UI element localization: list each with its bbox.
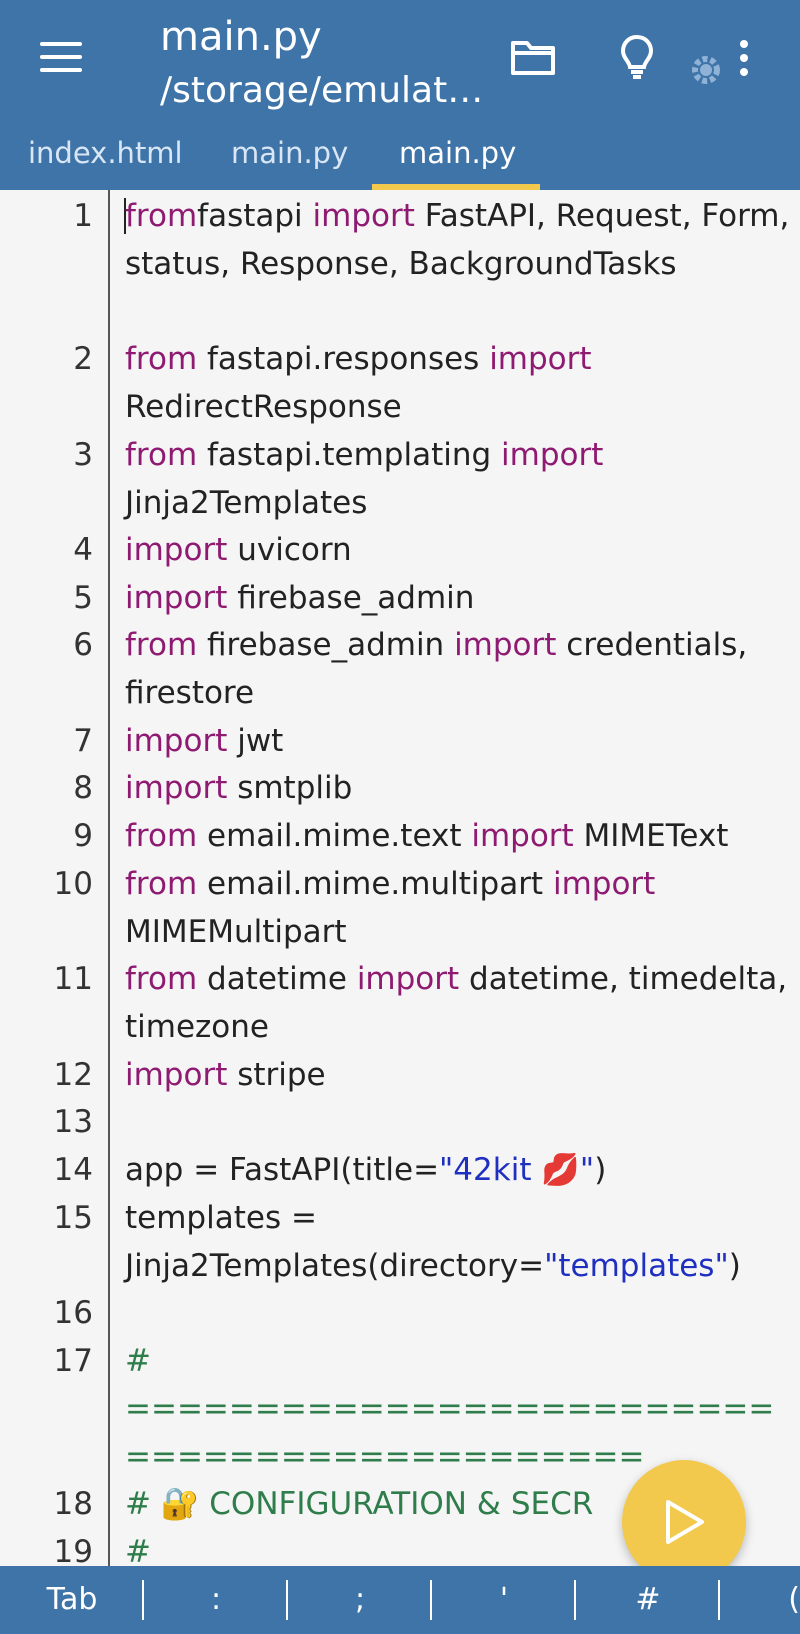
- more-vert-icon[interactable]: [738, 38, 750, 78]
- comment-token: #: [125, 1533, 151, 1566]
- menu-icon[interactable]: [40, 40, 84, 74]
- lightbulb-icon[interactable]: [620, 34, 654, 84]
- key-symbol[interactable]: :: [144, 1566, 288, 1634]
- symbol-key-bar: Tab:; ' #(: [0, 1566, 800, 1634]
- code-token: firebase_admin: [227, 579, 475, 616]
- code-text: from email.mime.text import MIMEText: [125, 812, 795, 860]
- code-token: jwt: [227, 722, 284, 759]
- code-token: firebase_admin: [197, 627, 455, 664]
- code-token: fastapi.templating: [197, 436, 502, 473]
- key-symbol[interactable]: ;: [288, 1566, 432, 1634]
- code-text: templates = Jinja2Templates(directory="t…: [125, 1194, 795, 1290]
- code-token: datetime: [197, 961, 357, 998]
- keyword-token: from: [125, 865, 198, 902]
- keyword-token: from: [125, 818, 198, 855]
- code-text: app = FastAPI(title="42kit 💋"): [125, 1146, 795, 1194]
- line-number: 9: [73, 818, 93, 855]
- keyword-token: import: [471, 818, 574, 855]
- code-text: fromfastapi import FastAPI, Request, For…: [125, 192, 795, 288]
- line-number: 4: [73, 531, 93, 568]
- code-token: email.mime.multipart: [197, 865, 553, 902]
- line-number: 15: [53, 1199, 93, 1236]
- code-token: MIMEText: [573, 818, 729, 855]
- keyword-token: import: [125, 722, 228, 759]
- file-title: main.py: [160, 14, 322, 60]
- gear-icon[interactable]: [688, 52, 724, 88]
- line-number: 14: [53, 1152, 93, 1188]
- keyword-token: import: [125, 579, 228, 616]
- line-number: 13: [53, 1104, 93, 1141]
- tab-index-html[interactable]: index.html: [28, 136, 183, 170]
- tab-main-py-active[interactable]: main.py: [399, 136, 516, 170]
- line-number: 7: [73, 722, 93, 759]
- key-tab[interactable]: Tab: [0, 1566, 144, 1634]
- code-token: stripe: [227, 1056, 326, 1093]
- code-text: import smtplib: [125, 764, 795, 812]
- code-text: from fastapi.templating import Jinja2Tem…: [125, 431, 795, 527]
- keyword-token: import: [552, 865, 656, 902]
- code-token: fastapi: [197, 198, 313, 234]
- line-number: 6: [73, 627, 93, 664]
- code-token: ): [728, 1247, 741, 1284]
- code-text: import stripe: [125, 1051, 795, 1099]
- code-text: import uvicorn: [125, 526, 795, 574]
- keyword-token: import: [125, 531, 228, 568]
- line-number: 10: [53, 865, 93, 902]
- line-number: 5: [73, 579, 93, 616]
- keyword-token: import: [125, 770, 228, 807]
- code-editor[interactable]: 1 fromfastapi import FastAPI, Request, Fo…: [0, 190, 800, 1566]
- code-token: fastapi.responses: [197, 341, 490, 378]
- keyword-token: from: [125, 341, 198, 378]
- comment-token: # ======================================…: [125, 1342, 775, 1475]
- keyword-token: import: [489, 341, 592, 378]
- code-text: # ======================================…: [125, 1337, 795, 1481]
- play-icon: [666, 1500, 704, 1544]
- code-token: templates = Jinja2Templates(directory=: [125, 1199, 545, 1284]
- line-number: 2: [73, 341, 93, 378]
- file-tabs: index.html main.py main.py: [0, 118, 800, 190]
- app-bar: main.py /storage/emulat…: [0, 0, 800, 118]
- code-token: app = FastAPI(title=: [125, 1152, 440, 1188]
- keyword-token: from: [125, 198, 198, 234]
- keyword-token: from: [125, 961, 198, 998]
- string-token: "42kit 💋": [439, 1152, 595, 1188]
- code-text: from fastapi.responses import RedirectRe…: [125, 335, 795, 431]
- code-token: smtplib: [227, 770, 353, 807]
- line-number: 12: [53, 1056, 93, 1093]
- gutter-divider: [108, 190, 110, 1566]
- tab-main-py[interactable]: main.py: [231, 136, 348, 170]
- line-number: 16: [53, 1295, 93, 1332]
- key-symbol[interactable]: (: [720, 1566, 800, 1634]
- line-number: 1: [73, 198, 93, 234]
- code-text: from datetime import datetime, timedelta…: [125, 955, 795, 1051]
- line-number: 19: [53, 1533, 93, 1566]
- file-path: /storage/emulat…: [160, 70, 484, 111]
- keyword-token: import: [454, 627, 557, 664]
- code-token: ): [594, 1152, 607, 1188]
- string-token: "templates": [544, 1247, 729, 1284]
- code-text: import firebase_admin: [125, 574, 795, 622]
- folder-icon[interactable]: [510, 38, 556, 80]
- keyword-token: import: [312, 198, 415, 234]
- keyword-token: from: [125, 627, 198, 664]
- code-token: uvicorn: [227, 531, 352, 568]
- keyword-token: import: [356, 961, 460, 998]
- line-number: 8: [73, 770, 93, 807]
- code-text: from email.mime.multipart import MIMEMul…: [125, 860, 795, 956]
- line-number: 11: [53, 961, 93, 998]
- code-text: import jwt: [125, 717, 795, 765]
- code-text: from firebase_admin import credentials, …: [125, 621, 795, 717]
- keyword-token: from: [125, 436, 198, 473]
- keyword-token: import: [501, 436, 604, 473]
- comment-token: # 🔐 CONFIGURATION & SECR: [125, 1485, 594, 1522]
- key-symbol[interactable]: ': [432, 1566, 576, 1634]
- line-number: 3: [73, 436, 93, 473]
- key-symbol[interactable]: #: [576, 1566, 720, 1634]
- keyword-token: import: [125, 1056, 228, 1093]
- code-token: email.mime.text: [197, 818, 472, 855]
- line-number: 17: [53, 1342, 93, 1379]
- line-number: 18: [53, 1485, 93, 1522]
